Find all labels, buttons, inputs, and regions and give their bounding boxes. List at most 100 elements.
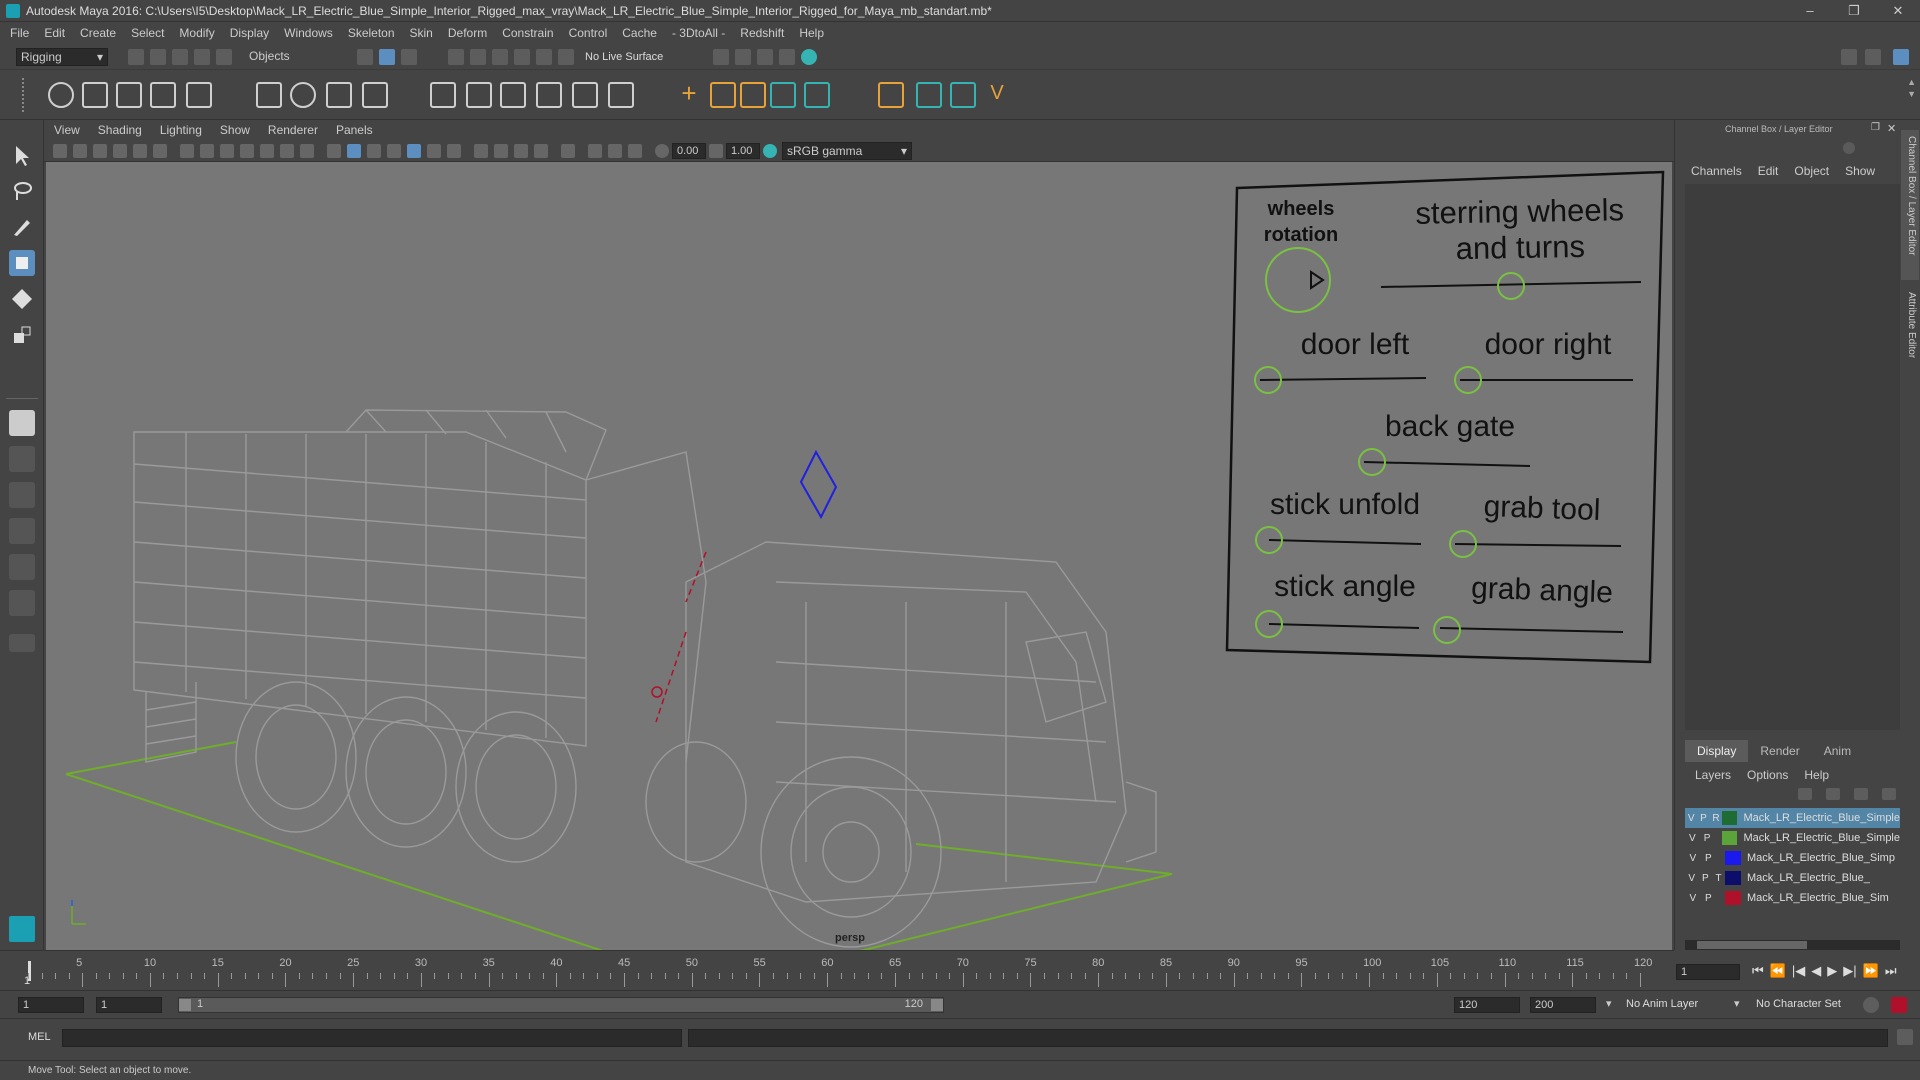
- go-to-end-icon[interactable]: ⏭: [1885, 963, 1897, 979]
- 2d-pan-zoom-icon[interactable]: [133, 143, 147, 158]
- tab-attribute-editor[interactable]: Attribute Editor: [1901, 286, 1919, 396]
- layer-visibility-toggle[interactable]: V: [1689, 853, 1696, 864]
- render-settings-icon[interactable]: [757, 48, 774, 65]
- create-deformer-icon[interactable]: [710, 82, 736, 108]
- ipr-render-icon[interactable]: [735, 48, 752, 65]
- menu-select[interactable]: Select: [131, 26, 164, 40]
- antialiasing-icon[interactable]: [534, 143, 548, 158]
- render-view-icon[interactable]: [801, 48, 818, 65]
- blend-shape-icon[interactable]: [740, 82, 766, 108]
- vp-menu-panels[interactable]: Panels: [336, 123, 373, 137]
- move-layer-down-icon[interactable]: [1826, 788, 1840, 800]
- vp-menu-renderer[interactable]: Renderer: [268, 123, 318, 137]
- layer-playback-toggle[interactable]: P: [1704, 833, 1711, 844]
- hik-icon[interactable]: [770, 82, 796, 108]
- menu-redshift[interactable]: Redshift: [740, 26, 784, 40]
- paint-select-icon[interactable]: [9, 214, 35, 240]
- bind-skin-icon[interactable]: [256, 82, 282, 108]
- script-button-3-icon[interactable]: [950, 82, 976, 108]
- layout-options-icon[interactable]: [9, 634, 35, 652]
- grab-angle-control[interactable]: [1434, 617, 1460, 643]
- float-panel-icon[interactable]: ❐: [1871, 122, 1880, 133]
- wireframe-icon[interactable]: [327, 143, 341, 158]
- close-panel-icon[interactable]: ✕: [1887, 122, 1896, 135]
- locator-icon[interactable]: +: [676, 80, 702, 108]
- shadows-icon[interactable]: [494, 143, 508, 158]
- camera-attributes-icon[interactable]: [73, 143, 87, 158]
- gamma-icon[interactable]: [709, 143, 723, 158]
- move-tool-icon[interactable]: [9, 250, 35, 276]
- live-surface-label[interactable]: No Live Surface: [585, 51, 663, 63]
- auto-key-icon[interactable]: [1863, 997, 1879, 1013]
- snap-surface-icon[interactable]: [536, 48, 552, 65]
- tab-channel-box-layer-editor[interactable]: Channel Box / Layer Editor: [1901, 130, 1919, 280]
- grab-tool-control[interactable]: [1450, 531, 1476, 557]
- xray-joints-icon[interactable]: [427, 143, 441, 158]
- scale-constraint-icon[interactable]: [536, 82, 562, 108]
- maximize-button[interactable]: ❐: [1832, 0, 1876, 22]
- snap-grid-icon[interactable]: [448, 48, 464, 65]
- hud-icon[interactable]: [588, 143, 602, 158]
- menu-display[interactable]: Display: [230, 26, 269, 40]
- joint-tool-icon[interactable]: [48, 82, 74, 108]
- color-management-icon[interactable]: [763, 143, 777, 158]
- rotate-tool-icon[interactable]: [9, 286, 35, 312]
- isolate-select-icon[interactable]: [561, 143, 575, 158]
- layer-playback-toggle[interactable]: P: [1700, 813, 1707, 824]
- layer-color-swatch[interactable]: [1722, 811, 1738, 825]
- layer-color-swatch[interactable]: [1725, 891, 1741, 905]
- layer-color-swatch[interactable]: [1722, 831, 1738, 845]
- new-empty-layer-icon[interactable]: [1854, 788, 1868, 800]
- save-scene-icon[interactable]: [172, 48, 188, 65]
- single-view-layout-icon[interactable]: [9, 410, 35, 436]
- aim-constraint-icon[interactable]: [466, 82, 492, 108]
- close-button[interactable]: ✕: [1876, 0, 1920, 22]
- snap-curve-icon[interactable]: [470, 48, 486, 65]
- playback-start-field[interactable]: 1: [96, 997, 162, 1013]
- custom-layout-icon[interactable]: [9, 590, 35, 616]
- menu-edit[interactable]: Edit: [44, 26, 65, 40]
- snap-point-icon[interactable]: [492, 48, 508, 65]
- minimize-button[interactable]: –: [1788, 0, 1832, 22]
- range-end-handle[interactable]: [931, 999, 943, 1011]
- play-forwards-icon[interactable]: ▶: [1827, 963, 1837, 979]
- layer-scrollbar[interactable]: [1685, 940, 1900, 950]
- layer-row[interactable]: VPR Mack_LR_Electric_Blue_Simple: [1685, 808, 1900, 828]
- layer-display-type-toggle[interactable]: R: [1712, 813, 1719, 824]
- menu-skeleton[interactable]: Skeleton: [348, 26, 395, 40]
- layer-tab-render[interactable]: Render: [1748, 740, 1811, 762]
- insert-joint-icon[interactable]: [150, 82, 176, 108]
- go-to-start-icon[interactable]: ⏮: [1752, 963, 1764, 979]
- anim-layer-dropdown[interactable]: No Anim Layer: [1626, 998, 1698, 1010]
- current-frame-field[interactable]: 1: [1676, 964, 1740, 980]
- command-language-label[interactable]: MEL: [28, 1031, 51, 1043]
- redo-icon[interactable]: [216, 48, 232, 65]
- layer-menu-layers[interactable]: Layers: [1695, 768, 1731, 782]
- outliner-persp-layout-icon[interactable]: [9, 482, 35, 508]
- layer-scrollbar-thumb[interactable]: [1697, 941, 1807, 949]
- shelf-scroll-arrows-icon[interactable]: ▲ ▼: [1907, 76, 1916, 100]
- menu-modify[interactable]: Modify: [179, 26, 214, 40]
- channel-box-content[interactable]: [1685, 184, 1900, 730]
- layer-tab-display[interactable]: Display: [1685, 740, 1749, 762]
- script-editor-icon[interactable]: [1897, 1029, 1913, 1045]
- hypershade-layout-icon[interactable]: [9, 554, 35, 580]
- wireframe-on-shaded-icon[interactable]: [387, 143, 401, 158]
- animation-preferences-icon[interactable]: [1891, 997, 1907, 1013]
- vp-menu-shading[interactable]: Shading: [98, 123, 142, 137]
- pole-vector-icon[interactable]: [608, 82, 634, 108]
- texture-icon[interactable]: [608, 143, 622, 158]
- parent-constraint-icon[interactable]: [572, 82, 598, 108]
- exposure-icon[interactable]: [655, 143, 669, 158]
- attribute-editor-toggle-icon[interactable]: [1865, 48, 1881, 65]
- select-camera-icon[interactable]: [53, 143, 67, 158]
- image-plane-icon[interactable]: [113, 143, 127, 158]
- hypershade-icon[interactable]: [779, 48, 796, 65]
- perspective-viewport[interactable]: wheels rotation sterring wheels and turn…: [46, 162, 1672, 953]
- gamma-field[interactable]: 1.00: [726, 142, 760, 159]
- menu-3dtoall[interactable]: - 3DtoAll -: [672, 26, 725, 40]
- safe-title-icon[interactable]: [300, 143, 314, 158]
- ik-spline-icon[interactable]: [116, 82, 142, 108]
- script-button-1-icon[interactable]: [878, 82, 904, 108]
- select-hierarchy-icon[interactable]: [357, 48, 373, 65]
